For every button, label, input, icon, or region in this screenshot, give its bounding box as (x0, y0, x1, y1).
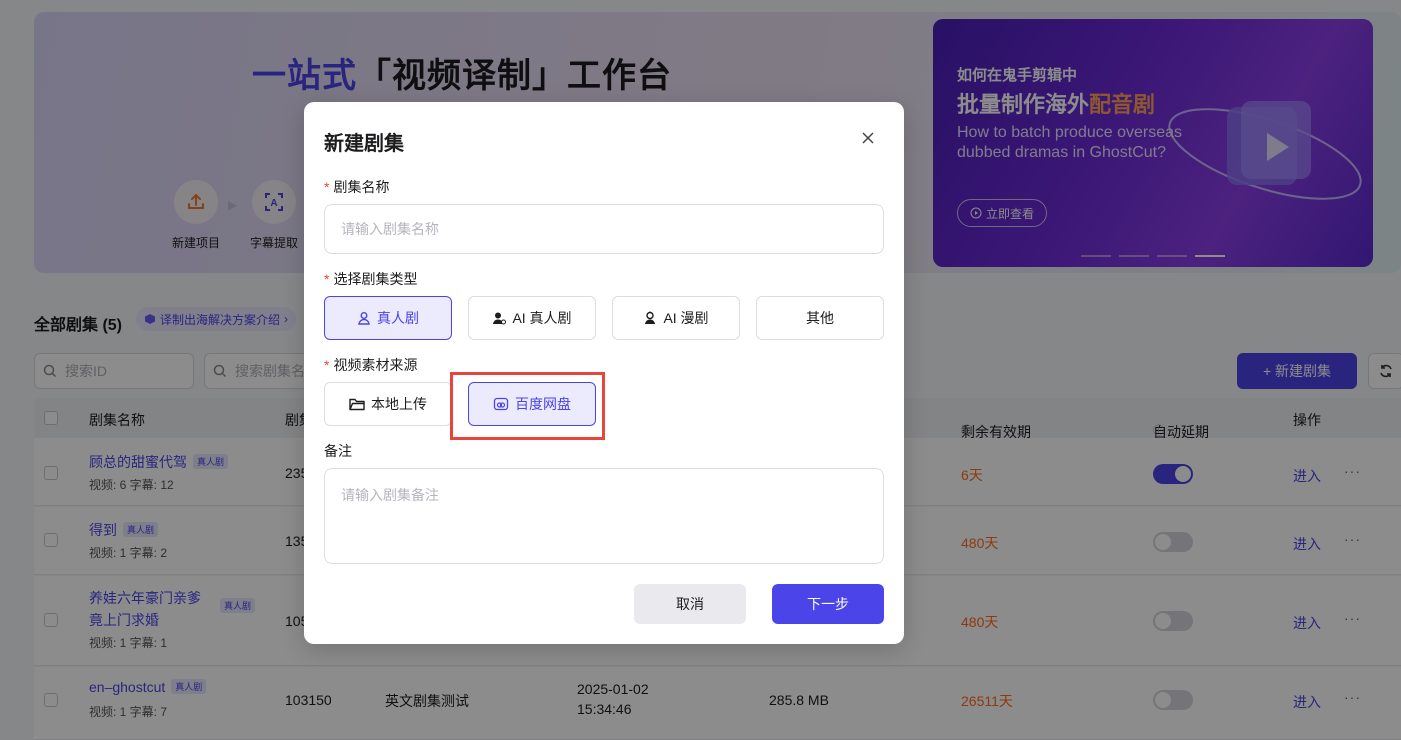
close-icon (862, 132, 874, 144)
source-option-baidu-netdisk[interactable]: 百度网盘 (468, 382, 596, 426)
type-option-live-action[interactable]: 真人剧 (324, 296, 452, 340)
cloud-drive-icon (493, 397, 509, 411)
required-mark: * (324, 271, 330, 287)
remark-field-label: 备注 (324, 443, 352, 459)
type-field-label: * 选择剧集类型 (324, 271, 418, 287)
remark-textarea[interactable] (324, 468, 884, 564)
cancel-button[interactable]: 取消 (634, 584, 746, 624)
dialog-title: 新建剧集 (324, 133, 404, 155)
source-field-label: * 视频素材来源 (324, 357, 418, 373)
required-mark: * (324, 179, 330, 195)
new-series-dialog: 新建剧集 *剧集名称 *选择剧集类型 真人剧 AI 真人剧 AI 漫剧 其他 *… (304, 102, 904, 644)
folder-icon (349, 398, 365, 411)
ai-person-icon (493, 312, 507, 325)
person-icon (358, 312, 370, 325)
ai-comic-icon (645, 311, 656, 324)
series-name-input[interactable] (324, 204, 884, 254)
type-option-other[interactable]: 其他 (756, 296, 884, 340)
next-step-button[interactable]: 下一步 (772, 584, 884, 624)
type-option-ai-comic[interactable]: AI 漫剧 (612, 296, 740, 340)
type-option-ai-live-action[interactable]: AI 真人剧 (468, 296, 596, 340)
required-mark: * (324, 357, 330, 373)
name-field-label: * 剧集名称 (324, 179, 390, 195)
source-option-local-upload[interactable]: 本地上传 (324, 382, 452, 426)
close-button[interactable] (858, 128, 878, 148)
